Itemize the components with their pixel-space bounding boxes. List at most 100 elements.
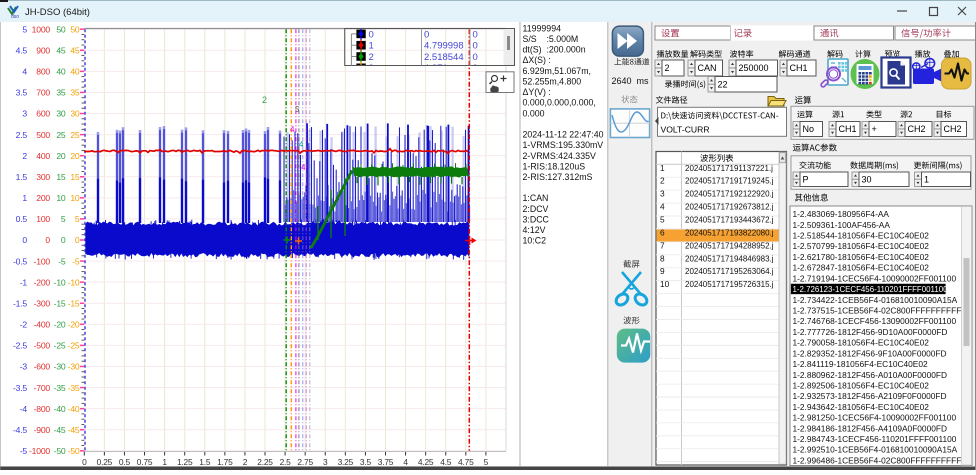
svg-text:1-2.719194-1CEC56F4-10090002FF: 1-2.719194-1CEC56F4-10090002FF001100 (793, 273, 957, 283)
svg-text:0: 0 (473, 52, 478, 63)
svg-text:-5: -5 (58, 256, 66, 266)
svg-text:20: 20 (70, 151, 80, 161)
svg-text:-45: -45 (68, 425, 80, 435)
svg-text:10: 10 (56, 193, 66, 203)
svg-text:1000: 1000 (32, 24, 51, 34)
svg-text:3.5: 3.5 (16, 88, 28, 98)
svg-text:2: 2 (660, 176, 665, 186)
svg-text:1-2.483069-180956F4-AA: 1-2.483069-180956F4-AA (793, 209, 890, 219)
svg-text:2.5: 2.5 (16, 130, 28, 140)
svg-text:CAN: CAN (698, 63, 717, 73)
svg-text:3.75: 3.75 (378, 457, 394, 467)
svg-text:4:12V: 4:12V (523, 225, 546, 235)
svg-text:-10: -10 (54, 277, 66, 287)
svg-text:4: 4 (290, 125, 295, 134)
svg-text:1-2.777726-1812F456-9D10A00F00: 1-2.777726-1812F456-9D10A00F0000FD (793, 327, 948, 337)
svg-text:-3: -3 (20, 362, 28, 372)
svg-text:-800: -800 (34, 404, 51, 414)
svg-text:700: 700 (36, 88, 50, 98)
svg-text:1-2.518544-181056F4-EC10C40E02: 1-2.518544-181056F4-EC10C40E02 (793, 231, 930, 241)
svg-text:0: 0 (22, 235, 27, 245)
svg-text:2024051717193443672.j: 2024051717193443672.j (685, 216, 774, 225)
svg-text:50: 50 (56, 24, 66, 34)
svg-text:35: 35 (56, 88, 66, 98)
svg-text:1-2.726123-1CECF456-110201FFFF: 1-2.726123-1CECF456-110201FFFF001100 (793, 285, 949, 294)
svg-text:4.5: 4.5 (16, 45, 28, 55)
svg-text:1-2.996486-1CEB56F4-02C800FFFF: 1-2.996486-1CEB56F4-02C800FFFFFFFFFF (793, 455, 962, 465)
svg-text:-4.5: -4.5 (13, 425, 27, 435)
svg-text:0.25: 0.25 (97, 457, 113, 467)
svg-text:1: 1 (924, 174, 929, 184)
svg-text:2.75: 2.75 (297, 457, 313, 467)
svg-text:4: 4 (301, 163, 306, 172)
svg-text:900: 900 (36, 45, 50, 55)
svg-text:11999994: 11999994 (523, 23, 562, 33)
svg-text:-35: -35 (54, 383, 66, 393)
svg-text:5: 5 (660, 215, 665, 225)
svg-text:2024051717193822080.j: 2024051717193822080.j (685, 228, 774, 237)
svg-text:3: 3 (323, 457, 328, 467)
svg-text:1-2.570799-181056F4-EC10C40E02: 1-2.570799-181056F4-EC10C40E02 (793, 241, 930, 251)
svg-text:2640 ms: 2640 ms (611, 76, 649, 86)
svg-text:5: 5 (75, 214, 80, 224)
svg-text:-20: -20 (68, 320, 80, 330)
svg-text:-2: -2 (20, 320, 28, 330)
svg-text:1-2.981250-1CEC56F4-10090002FF: 1-2.981250-1CEC56F4-10090002FF001100 (793, 413, 957, 423)
svg-text:-35: -35 (68, 383, 80, 393)
svg-text:0.5: 0.5 (16, 214, 28, 224)
svg-text:ΔY(V) :: ΔY(V) : (523, 87, 551, 97)
svg-text:600: 600 (36, 109, 50, 119)
svg-text:7: 7 (660, 240, 665, 250)
svg-text:1-2.737515-1CEB56F4-02C800FFFF: 1-2.737515-1CEB56F4-02C800FFFFFFFFFF (793, 305, 962, 315)
svg-text:40: 40 (56, 67, 66, 77)
svg-text:6.929m,51.067m,: 6.929m,51.067m, (523, 66, 591, 76)
svg-text:0: 0 (61, 235, 66, 245)
svg-text:0: 0 (424, 29, 429, 40)
svg-text:-1.5: -1.5 (13, 298, 27, 308)
svg-text:-5: -5 (72, 256, 80, 266)
svg-text:1-2.932573-1812F456-A2109F0F00: 1-2.932573-1812F456-A2109F0F0000FD (793, 391, 947, 401)
svg-text:2-VRMS:424.335V: 2-VRMS:424.335V (523, 151, 596, 161)
svg-text:CH1: CH1 (839, 124, 857, 134)
svg-text:1-2.943642-181056F4-EC10C40E02: 1-2.943642-181056F4-EC10C40E02 (793, 402, 930, 412)
svg-text:-50: -50 (68, 446, 80, 456)
svg-text:400: 400 (36, 151, 50, 161)
svg-text:ΔX(S) :: ΔX(S) : (523, 55, 551, 65)
svg-text:5: 5 (484, 457, 489, 467)
svg-text:3.25: 3.25 (338, 457, 354, 467)
svg-text:0: 0 (369, 29, 374, 40)
svg-text:25: 25 (70, 130, 80, 140)
svg-text:800: 800 (36, 67, 50, 77)
svg-text:45: 45 (70, 45, 80, 55)
svg-text:2024051717194288952.j: 2024051717194288952.j (685, 241, 774, 250)
svg-text:35: 35 (70, 88, 80, 98)
svg-text:1: 1 (22, 193, 27, 203)
svg-text:3:DCC: 3:DCC (523, 215, 550, 225)
svg-text:1: 1 (369, 41, 374, 52)
svg-text:4.75: 4.75 (458, 457, 474, 467)
svg-text:2: 2 (369, 52, 374, 63)
svg-text:JH-DSO (64bit): JH-DSO (64bit) (25, 7, 90, 18)
svg-text:-5: -5 (20, 446, 28, 456)
svg-text:2.5: 2.5 (280, 457, 292, 467)
svg-text:2: 2 (262, 95, 267, 105)
svg-text:1-2.621780-181056F4-EC10C40E02: 1-2.621780-181056F4-EC10C40E02 (793, 252, 930, 262)
svg-text:10: 10 (660, 279, 670, 289)
svg-text:1-2.509361-100AF456-AA: 1-2.509361-100AF456-AA (793, 220, 891, 230)
svg-text:-100: -100 (34, 256, 51, 266)
svg-text:5: 5 (61, 214, 66, 224)
svg-text:4: 4 (403, 457, 408, 467)
svg-text:1-2.880962-1812F456-A010A00F00: 1-2.880962-1812F456-A010A00F0000FD (793, 370, 947, 380)
svg-text:1: 1 (660, 163, 665, 173)
svg-text:0: 0 (473, 41, 478, 52)
svg-text:-30: -30 (68, 362, 80, 372)
svg-text:S/S :5.000M: S/S :5.000M (523, 34, 579, 44)
svg-text:1-VRMS:195.330mV: 1-VRMS:195.330mV (523, 140, 604, 150)
svg-text:-50: -50 (54, 446, 66, 456)
svg-text:-4: -4 (20, 404, 28, 414)
svg-text:2024051717192122920.j: 2024051717192122920.j (685, 190, 774, 199)
svg-text:1-2.992510-1CEB56F4-0168100100: 1-2.992510-1CEB56F4-016810010090A15A (793, 445, 958, 455)
svg-text:+: + (872, 124, 877, 134)
svg-text:2: 2 (665, 63, 670, 73)
svg-text:5: 5 (22, 24, 27, 34)
